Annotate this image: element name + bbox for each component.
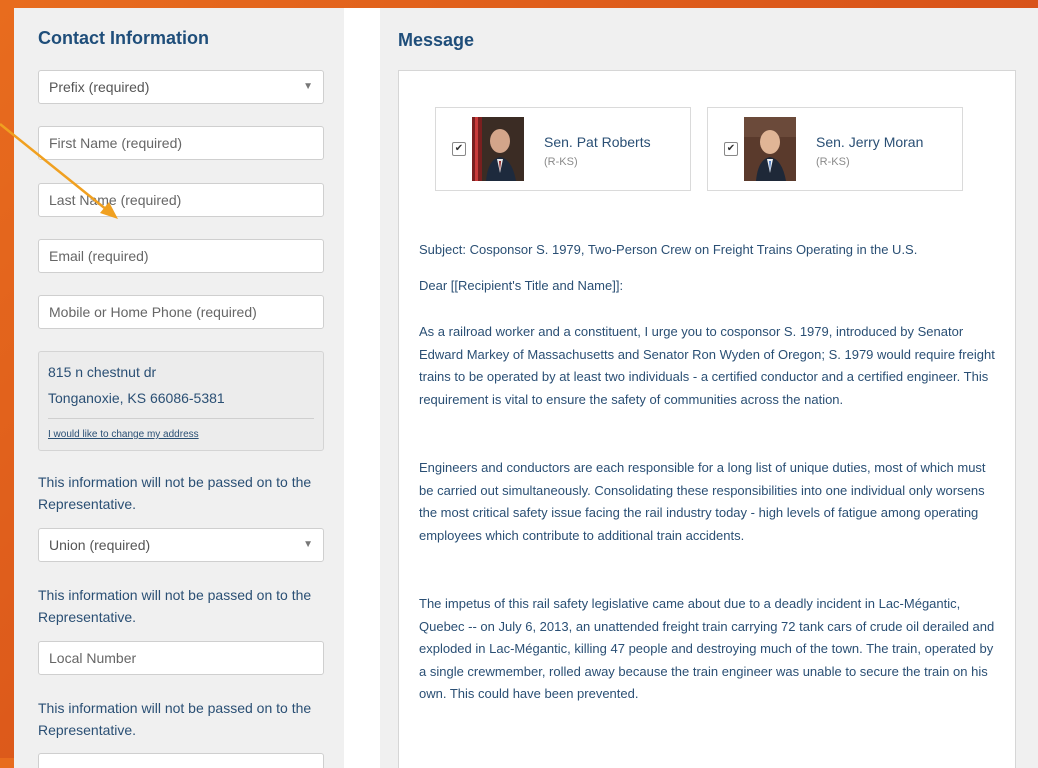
union-select[interactable]: Union (required) ▼ <box>38 528 324 562</box>
next-field[interactable] <box>38 753 324 768</box>
recipient-checkbox[interactable]: ✔ <box>724 142 738 156</box>
contact-panel: Contact Information Prefix (required) ▼ … <box>14 8 344 768</box>
recipient-name: Sen. Jerry Moran <box>816 134 924 150</box>
message-box: ✔ Sen. Pat Roberts (R-KS) ✔ Sen. Jerry M… <box>398 70 1016 768</box>
privacy-note: This information will not be passed on t… <box>38 700 312 738</box>
last-name-field[interactable]: Last Name (required) <box>38 183 324 217</box>
phone-field[interactable]: Mobile or Home Phone (required) <box>38 295 324 329</box>
privacy-note: This information will not be passed on t… <box>38 587 312 625</box>
change-address-link[interactable]: I would like to change my address <box>48 429 199 440</box>
union-select-label: Union (required) <box>49 537 151 553</box>
prefix-select-label: Prefix (required) <box>49 79 150 95</box>
contact-title: Contact Information <box>38 28 209 48</box>
privacy-note: This information will not be passed on t… <box>38 474 312 512</box>
message-paragraph: The impetus of this rail safety legislat… <box>419 596 995 701</box>
chevron-down-icon: ▼ <box>303 81 313 92</box>
message-subject: Subject: Cosponsor S. 1979, Two-Person C… <box>419 242 918 257</box>
address-line2: Tonganoxie, KS 66086-5381 <box>48 390 225 406</box>
recipient-card[interactable]: ✔ Sen. Pat Roberts (R-KS) <box>435 107 691 191</box>
message-paragraph: As a railroad worker and a constituent, … <box>419 324 995 407</box>
email-field[interactable]: Email (required) <box>38 239 324 273</box>
recipient-card[interactable]: ✔ Sen. Jerry Moran (R-KS) <box>707 107 963 191</box>
message-salutation: Dear [[Recipient's Title and Name]]: <box>419 278 624 293</box>
recipient-party: (R-KS) <box>544 156 578 168</box>
message-title: Message <box>398 30 475 50</box>
column-gap <box>344 8 380 768</box>
first-name-field[interactable]: First Name (required) <box>38 126 324 160</box>
chevron-down-icon: ▼ <box>303 539 313 550</box>
recipient-party: (R-KS) <box>816 156 850 168</box>
message-panel: Message ✔ Sen. Pat Roberts (R-KS) ✔ Sen.… <box>380 8 1038 768</box>
senator-photo <box>744 117 796 181</box>
address-line1: 815 n chestnut dr <box>48 364 157 380</box>
local-number-field[interactable]: Local Number <box>38 641 324 675</box>
page-frame: Contact Information Prefix (required) ▼ … <box>14 8 1038 768</box>
recipient-name: Sen. Pat Roberts <box>544 134 651 150</box>
prefix-select[interactable]: Prefix (required) ▼ <box>38 70 324 104</box>
recipient-checkbox[interactable]: ✔ <box>452 142 466 156</box>
message-paragraph: Engineers and conductors are each respon… <box>419 460 986 543</box>
address-divider <box>48 418 314 419</box>
senator-photo <box>472 117 524 181</box>
address-box: 815 n chestnut dr Tonganoxie, KS 66086-5… <box>38 351 324 451</box>
